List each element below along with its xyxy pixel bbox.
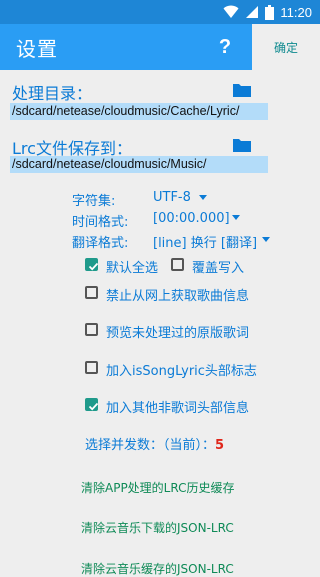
- chevron-down-icon[interactable]: [262, 237, 270, 242]
- time-format-dropdown[interactable]: [00:00.000]: [153, 211, 230, 226]
- status-icons: 11:20: [223, 4, 312, 20]
- preview-raw-label: 预览未处理过的原版歌词: [106, 326, 250, 341]
- checkmark-icon: [88, 402, 99, 411]
- charset-dropdown[interactable]: UTF-8: [153, 190, 191, 205]
- extra-header-label: 加入其他非歌词头部信息: [106, 401, 250, 416]
- charset-label: 字符集:: [72, 194, 116, 209]
- chevron-down-icon[interactable]: [199, 195, 207, 200]
- clear-app-cache-link[interactable]: 清除APP处理的LRC历史缓存: [81, 479, 235, 496]
- no-online-fetch-label: 禁止从网上获取歌曲信息: [106, 289, 250, 304]
- page-title: 设置: [16, 37, 58, 61]
- select-all-checkbox[interactable]: [85, 258, 99, 271]
- battery-icon: [265, 4, 275, 20]
- chevron-down-icon[interactable]: [232, 215, 240, 220]
- signal-icon: [246, 6, 259, 18]
- help-icon[interactable]: ?: [214, 36, 236, 60]
- folder-icon[interactable]: [232, 82, 252, 98]
- preview-raw-checkbox[interactable]: [85, 323, 98, 336]
- extra-header-checkbox[interactable]: [85, 398, 99, 411]
- app-toolbar: 设置 ?: [0, 24, 252, 70]
- process-dir-field[interactable]: /sdcard/netease/cloudmusic/Cache/Lyric/: [10, 103, 268, 120]
- concurrency-value: 5: [215, 438, 225, 453]
- checkmark-icon: [88, 262, 99, 271]
- concurrency-label: 选择并发数：（当前）：: [85, 438, 216, 453]
- is-song-lyric-header-checkbox[interactable]: [85, 361, 98, 374]
- is-song-lyric-header-label: 加入isSongLyric头部标志: [106, 364, 257, 379]
- translation-format-dropdown[interactable]: [line] 换行 [翻译]: [153, 232, 257, 251]
- translation-format-label: 翻译格式:: [72, 236, 129, 251]
- folder-icon[interactable]: [232, 137, 252, 153]
- overwrite-label: 覆盖写入: [192, 261, 245, 276]
- clock: 11:20: [280, 4, 312, 20]
- status-bar: 11:20: [0, 0, 320, 24]
- confirm-button[interactable]: 确定: [252, 24, 320, 70]
- process-dir-label: 处理目录：: [12, 84, 93, 103]
- time-format-label: 时间格式:: [72, 215, 129, 230]
- select-all-label: 默认全选: [106, 261, 159, 276]
- concurrency-selector[interactable]: 选择并发数：（当前）：5: [85, 434, 224, 453]
- clear-cached-json-lrc-link[interactable]: 清除云音乐缓存的JSON-LRC: [81, 560, 234, 577]
- wifi-icon: [223, 5, 239, 18]
- clear-downloaded-json-lrc-link[interactable]: 清除云音乐下载的JSON-LRC: [81, 519, 234, 536]
- no-online-fetch-checkbox[interactable]: [85, 286, 98, 299]
- overwrite-checkbox[interactable]: [171, 258, 184, 271]
- save-dir-field[interactable]: /sdcard/netease/cloudmusic/Music/: [10, 156, 268, 173]
